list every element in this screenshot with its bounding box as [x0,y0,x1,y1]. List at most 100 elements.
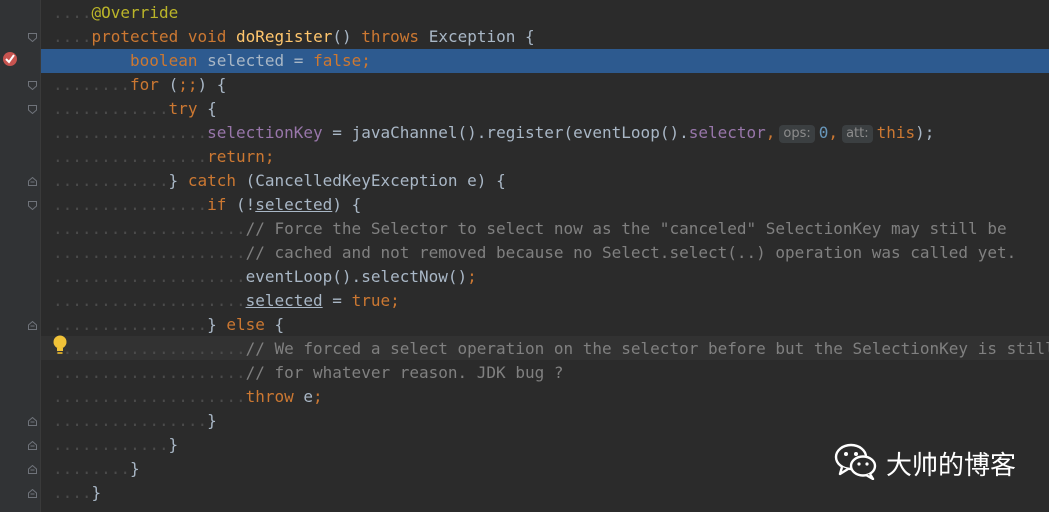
code-line[interactable]: ............ try { [41,97,1049,121]
code-token: boolean [130,51,208,70]
code-token: eventLoop().selectNow() [245,267,468,286]
code-token: true; [351,291,400,310]
indent-guide-dots: ............ [53,435,169,454]
code-text: } [130,457,140,481]
fold-marker-icon[interactable] [28,441,37,450]
code-token: = javaChannel().register(eventLoop(). [322,123,689,142]
indent-guide-dots: ............ [53,171,169,190]
code-text: } [169,433,179,457]
indent-guide-dots: .... [53,483,92,502]
code-line[interactable]: ....................// We forced a selec… [41,337,1049,361]
code-text: selectionKey = javaChannel().register(ev… [207,121,934,145]
code-token: selected = [207,51,314,70]
code-editor[interactable]: .... @Override.... protected void doRegist… [41,0,1049,512]
code-token: } [168,171,188,190]
parameter-hint: ops: [779,125,815,143]
code-token: for [130,75,169,94]
fold-marker-icon[interactable] [28,489,37,498]
code-token: try [168,99,208,118]
code-text: @Override [92,1,179,25]
code-token: throw [245,387,304,406]
code-token: throws [361,27,429,46]
code-token: , [828,123,839,142]
code-token: else [226,315,275,334]
code-line[interactable]: ........ for (;;) { [41,73,1049,97]
indent-guide-dots: .................... [53,267,246,286]
fold-marker-icon[interactable] [28,105,37,114]
code-line[interactable]: ............} catch (CancelledKeyExcepti… [41,169,1049,193]
code-token: } [91,483,102,502]
code-token: , [765,123,776,142]
code-text: boolean selected = false; [130,49,371,73]
indent-guide-dots: .................... [53,291,246,310]
fold-marker-icon[interactable] [28,417,37,426]
code-token: selectionKey [207,123,323,142]
code-token: false; [313,51,371,70]
lightbulb-icon[interactable] [51,334,69,356]
fold-marker-icon[interactable] [28,321,37,330]
code-line[interactable]: boolean selected = false; [41,49,1049,73]
code-line[interactable]: ....} [41,481,1049,505]
indent-guide-dots: ................ [53,123,208,142]
indent-guide-dots: .... [53,3,92,22]
code-line[interactable]: .... protected void doRegister() throws E… [41,25,1049,49]
code-line[interactable]: ................ if (!selected) { [41,193,1049,217]
code-token: ) { [197,75,227,94]
code-token: return; [207,147,275,166]
code-line[interactable]: .................... selected = true; [41,289,1049,313]
code-line[interactable]: .................... throw e; [41,385,1049,409]
wechat-icon [834,442,878,484]
code-token: (! [235,195,256,214]
code-line[interactable]: ................} else { [41,313,1049,337]
indent-guide-dots: .................... [53,387,246,406]
code-text: if (!selected) { [207,193,361,217]
indent-guide-dots: .................... [53,363,246,382]
code-token: } [207,315,227,334]
code-line[interactable]: ....................// for whatever reas… [41,361,1049,385]
code-text: try { [169,97,217,121]
fold-marker-icon[interactable] [28,81,37,90]
code-token: this [876,123,916,142]
code-token: { [274,315,285,334]
indent-guide-dots: ................ [53,195,208,214]
code-token: ; [467,267,477,286]
code-token: catch [187,171,246,190]
code-token: { [207,99,217,118]
editor-gutter [0,0,40,512]
code-line[interactable]: ....................// cached and not re… [41,241,1049,265]
code-text: // cached and not removed because no Sel… [246,241,1017,265]
fold-marker-icon[interactable] [28,177,37,186]
code-text: // for whatever reason. JDK bug ? [246,361,564,385]
indent-guide-dots: ................ [53,411,208,430]
code-token: @Override [91,3,179,22]
watermark: 大帅的博客 [834,443,1016,483]
code-line[interactable]: .... @Override [41,1,1049,25]
code-line[interactable]: .................... eventLoop().selectNo… [41,265,1049,289]
indent-guide-dots: ........ [53,459,131,478]
code-token: = [322,291,352,310]
code-token: } [207,411,217,430]
code-line[interactable]: ................ return; [41,145,1049,169]
breakpoint-icon[interactable] [1,50,19,68]
code-line[interactable]: ................ selectionKey = javaChann… [41,121,1049,145]
indent-guide-dots: ........ [53,75,131,94]
code-line[interactable]: ....................// Force the Selecto… [41,217,1049,241]
parameter-hint: att: [842,125,873,143]
code-token: 0 [818,123,829,142]
fold-marker-icon[interactable] [28,33,37,42]
fold-marker-icon[interactable] [28,465,37,474]
code-text: selected = true; [246,289,400,313]
indent-guide-dots: .... [53,27,92,46]
fold-marker-icon[interactable] [28,201,37,210]
code-token: if [207,195,236,214]
indent-guide-dots: ................ [53,315,208,334]
code-text: } catch (CancelledKeyException e) { [169,169,506,193]
indent-guide-dots: .................... [53,339,246,358]
code-line[interactable]: ................} [41,409,1049,433]
indent-guide-dots: .................... [53,243,246,262]
code-comment: // cached and not removed because no Sel… [245,243,1017,262]
code-token: selected [245,291,323,310]
code-text: eventLoop().selectNow(); [246,265,477,289]
code-text: // We forced a select operation on the s… [246,337,1049,361]
code-token: ); [915,123,935,142]
